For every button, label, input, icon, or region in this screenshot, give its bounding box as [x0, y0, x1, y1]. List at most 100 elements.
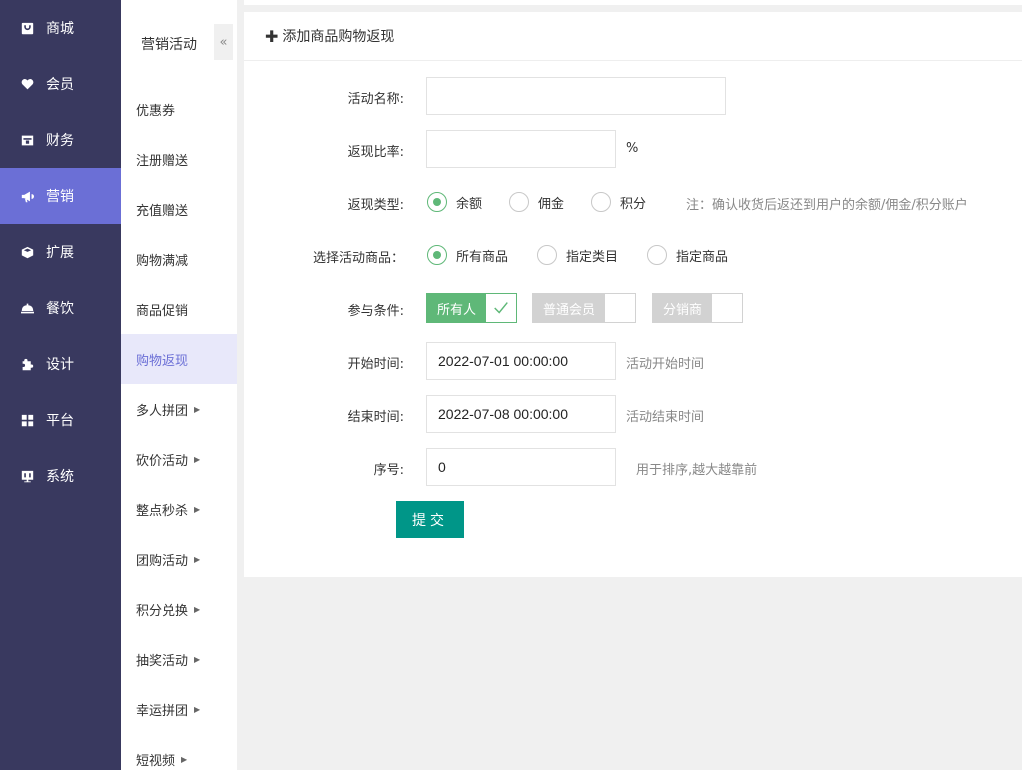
- puzzle-icon: [20, 357, 34, 371]
- caret-right-icon: ▶: [194, 504, 201, 514]
- grid-icon: [20, 413, 34, 427]
- caret-right-icon: ▶: [194, 404, 201, 414]
- caret-right-icon: ▶: [194, 454, 201, 464]
- sidebar-item-promotion[interactable]: 商品促销: [121, 284, 237, 334]
- radio-circle: [427, 245, 447, 265]
- nav-item-label: 系统: [46, 469, 74, 485]
- sidebar-item-lucky-group[interactable]: 幸运拼团 ▶: [121, 684, 237, 734]
- nav-item-label: 财务: [46, 133, 74, 149]
- secondary-sidebar-title: 营销活动: [141, 37, 197, 53]
- sidebar-item-label: 优惠券: [136, 103, 176, 119]
- nav-item-label: 设计: [46, 357, 74, 373]
- activity-goods-label: 选择活动商品：: [312, 251, 404, 266]
- radio-type-balance[interactable]: 余额: [427, 192, 482, 212]
- nav-item-label: 餐饮: [46, 301, 74, 317]
- collapse-sidebar-button[interactable]: «: [214, 24, 233, 60]
- cashback-rate-label: 返现比率:: [347, 145, 404, 160]
- nav-item-label: 会员: [46, 77, 74, 93]
- cashback-type-note: 注：确认收货后返还到用户的余额/佣金/积分账户: [686, 198, 968, 213]
- sidebar-item-team-purchase[interactable]: 团购活动 ▶: [121, 534, 237, 584]
- nav-item-label: 扩展: [46, 245, 74, 261]
- nav-item-store[interactable]: 商城: [0, 0, 121, 56]
- radio-label: 指定类目: [566, 249, 619, 265]
- nav-item-catering[interactable]: 餐饮: [0, 280, 121, 336]
- nav-item-label: 平台: [46, 413, 74, 429]
- sidebar-item-cashback[interactable]: 购物返现: [121, 334, 237, 384]
- sidebar-item-register-gift[interactable]: 注册赠送: [121, 134, 237, 184]
- radio-type-points[interactable]: 积分: [591, 192, 646, 212]
- sidebar-item-group-buy[interactable]: 多人拼团 ▶: [121, 384, 237, 434]
- nav-item-marketing[interactable]: 营销: [0, 168, 121, 224]
- radio-label: 佣金: [538, 196, 565, 212]
- activity-name-input[interactable]: [426, 77, 726, 115]
- secondary-sidebar-header: 营销活动 «: [121, 0, 237, 84]
- sidebar-item-coupon[interactable]: 优惠券: [121, 84, 237, 134]
- top-strip: [244, 0, 1022, 5]
- cashback-type-label: 返现类型:: [347, 198, 404, 213]
- sidebar-item-lottery[interactable]: 抽奖活动 ▶: [121, 634, 237, 684]
- sidebar-item-label: 积分兑换: [136, 603, 189, 619]
- checkbox-empty-box: [605, 294, 636, 322]
- checkbox-label: 所有人: [427, 294, 487, 322]
- radio-label: 积分: [620, 196, 647, 212]
- radio-type-commission[interactable]: 佣金: [509, 192, 564, 212]
- nav-item-member[interactable]: 会员: [0, 56, 121, 112]
- radio-label: 所有商品: [456, 249, 509, 265]
- card-header: ✚ 添加商品购物返现: [244, 12, 1022, 61]
- nav-item-platform[interactable]: 平台: [0, 392, 121, 448]
- checkbox-regular-member[interactable]: 普通会员: [532, 293, 637, 323]
- checkbox-label: 分销商: [653, 294, 713, 322]
- store-icon: [20, 21, 34, 35]
- page-title: 添加商品购物返现: [282, 29, 395, 45]
- participation-label: 参与条件:: [347, 304, 404, 319]
- start-time-input[interactable]: 2022-07-01 00:00:00: [426, 342, 616, 380]
- sidebar-item-points-exchange[interactable]: 积分兑换 ▶: [121, 584, 237, 634]
- sidebar-item-label: 注册赠送: [136, 153, 189, 169]
- radio-circle: [427, 192, 447, 212]
- sidebar-item-short-video[interactable]: 短视频 ▶: [121, 734, 237, 770]
- sidebar-item-full-reduction[interactable]: 购物满减: [121, 234, 237, 284]
- sidebar-item-label: 购物返现: [136, 353, 189, 369]
- nav-item-label: 营销: [46, 189, 74, 205]
- heart-icon: [20, 77, 34, 91]
- submit-button[interactable]: 提交: [396, 501, 464, 538]
- end-time-input[interactable]: 2022-07-08 00:00:00: [426, 395, 616, 433]
- caret-right-icon: ▶: [181, 754, 188, 764]
- sidebar-item-label: 短视频: [136, 753, 176, 769]
- sidebar-item-label: 充值赠送: [136, 203, 189, 219]
- sort-input[interactable]: 0: [426, 448, 616, 486]
- checkbox-distributor[interactable]: 分销商: [652, 293, 744, 323]
- megaphone-icon: [20, 189, 34, 203]
- sidebar-item-label: 抽奖活动: [136, 653, 189, 669]
- radio-circle: [537, 245, 557, 265]
- secondary-sidebar: 营销活动 « 优惠券 注册赠送 充值赠送 购物满减 商品促销 购物返现 多人拼团…: [121, 0, 237, 770]
- radio-goods-category[interactable]: 指定类目: [537, 245, 618, 265]
- start-time-hint: 活动开始时间: [626, 357, 705, 372]
- radio-circle: [647, 245, 667, 265]
- wallet-icon: [20, 133, 34, 147]
- nav-item-label: 商城: [46, 21, 74, 37]
- nav-item-system[interactable]: 系统: [0, 448, 121, 504]
- cube-icon: [20, 245, 34, 259]
- sidebar-item-label: 整点秒杀: [136, 503, 189, 519]
- nav-item-extension[interactable]: 扩展: [0, 224, 121, 280]
- checkmark-icon: [486, 294, 517, 322]
- checkbox-label: 普通会员: [533, 294, 606, 322]
- sidebar-item-label: 团购活动: [136, 553, 189, 569]
- radio-label: 余额: [456, 196, 483, 212]
- primary-sidebar: 商城 会员 财务 营销 扩展 餐饮 设计 平台 系统: [0, 0, 121, 770]
- cashback-rate-input[interactable]: [426, 130, 616, 168]
- activity-name-label: 活动名称:: [347, 92, 404, 107]
- end-time-hint: 活动结束时间: [626, 410, 705, 425]
- nav-item-finance[interactable]: 财务: [0, 112, 121, 168]
- sidebar-item-flash-sale[interactable]: 整点秒杀 ▶: [121, 484, 237, 534]
- caret-right-icon: ▶: [194, 654, 201, 664]
- sort-label: 序号:: [373, 463, 404, 478]
- sidebar-item-recharge-gift[interactable]: 充值赠送: [121, 184, 237, 234]
- start-time-label: 开始时间:: [347, 357, 404, 372]
- radio-goods-specific[interactable]: 指定商品: [647, 245, 728, 265]
- sidebar-item-bargain[interactable]: 砍价活动 ▶: [121, 434, 237, 484]
- nav-item-design[interactable]: 设计: [0, 336, 121, 392]
- checkbox-everyone[interactable]: 所有人: [426, 293, 518, 323]
- radio-goods-all[interactable]: 所有商品: [427, 245, 508, 265]
